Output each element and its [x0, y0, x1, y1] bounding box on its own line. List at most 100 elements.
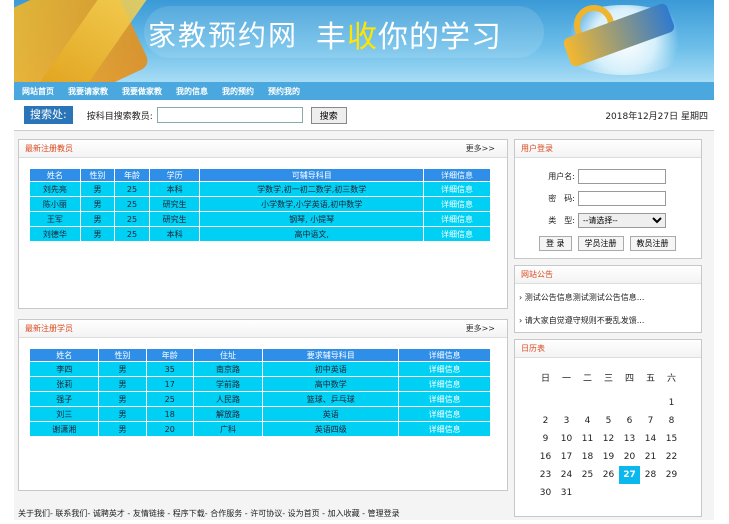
current-date: 2018年12月27日 星期四: [605, 111, 708, 122]
nav-become-tutor[interactable]: 我要做家教: [122, 86, 162, 97]
detail-link[interactable]: 详细信息: [422, 196, 492, 212]
weekday-label: 四: [624, 373, 634, 384]
table-cell: 25: [114, 226, 150, 242]
table-cell: 20: [145, 421, 194, 437]
table-cell: 刘先亮: [29, 181, 81, 197]
table-cell: 男: [79, 196, 116, 212]
table-cell: 25: [114, 181, 150, 197]
table-cell: 谢潇湘: [28, 421, 100, 437]
calendar-day[interactable]: 14: [640, 434, 661, 444]
calendar-day[interactable]: 10: [556, 434, 577, 444]
calendar-day[interactable]: 17: [556, 452, 577, 462]
table-cell: 刘德华: [29, 226, 81, 242]
teacher-register-button[interactable]: 教员注册: [629, 236, 676, 251]
calendar-day[interactable]: 13: [619, 434, 640, 444]
calendar-day[interactable]: 25: [577, 470, 598, 480]
calendar-title: 日历表: [521, 344, 545, 353]
table-cell: 英语四级: [262, 421, 400, 437]
students-table: 姓名 性别 年龄 住址 要求辅导科目 详细信息 李四男 35 南京路 初中英语 详细信息 张莉男 17…: [28, 348, 491, 437]
calendar-day[interactable]: 18: [577, 452, 598, 462]
table-cell: 男: [98, 406, 147, 422]
footer-links[interactable]: 关于我们- 联系我们- 诚聘英才 - 友情链接 - 程序下载- 合作服务 - 许…: [18, 508, 400, 519]
teachers-col-header: 学历: [148, 168, 201, 182]
detail-link[interactable]: 详细信息: [398, 406, 491, 422]
search-button[interactable]: 搜索: [310, 106, 347, 124]
login-button[interactable]: 登 录: [539, 236, 572, 251]
calendar-day[interactable]: 4: [577, 416, 598, 426]
table-cell: 男: [98, 376, 147, 392]
calendar-day[interactable]: 26: [598, 470, 619, 480]
nav-my-info[interactable]: 我的信息: [176, 86, 208, 97]
table-cell: 人民路: [192, 391, 264, 407]
username-input[interactable]: [578, 168, 666, 184]
table-cell: 17: [145, 376, 194, 392]
table-cell: 篮球、乒乓球: [262, 391, 400, 407]
main-nav: 网站首页 我要请家教 我要做家教 我的信息 我的预约 预约我的: [14, 82, 714, 100]
password-input[interactable]: [578, 190, 666, 206]
weekday-label: 一: [561, 373, 571, 384]
calendar-day[interactable]: 30: [535, 488, 556, 498]
students-panel: 最新注册学员 更多>> 姓名 性别 年龄 住址 要求辅导科目 详细信息 李四男 35 南京路 初中…: [18, 319, 508, 491]
table-cell: 18: [145, 406, 194, 422]
detail-link[interactable]: 详细信息: [398, 361, 491, 377]
calendar-day[interactable]: 2: [535, 416, 556, 426]
notice-item[interactable]: › 请大家自觉遵守规则不要乱发馈...: [519, 315, 701, 326]
detail-link[interactable]: 详细信息: [422, 211, 492, 227]
table-row: 强子男 25 人民路 篮球、乒乓球 详细信息: [28, 391, 491, 407]
calendar-day[interactable]: 16: [535, 452, 556, 462]
student-register-button[interactable]: 学员注册: [577, 236, 624, 251]
detail-link[interactable]: 详细信息: [422, 181, 492, 197]
table-row: 王军男 25 研究生 钢琴, 小提琴 详细信息: [29, 211, 492, 227]
calendar-day[interactable]: 29: [661, 470, 682, 480]
password-label: 密 码:: [548, 193, 575, 203]
detail-link[interactable]: 详细信息: [398, 391, 491, 407]
nav-booked-me[interactable]: 预约我的: [268, 86, 300, 97]
students-col-header: 性别: [98, 348, 147, 362]
calendar-day[interactable]: 8: [661, 416, 682, 426]
notice-panel: 网站公告 › 测试公告信息测试测试公告信息... › 请大家自觉遵守规则不要乱发…: [514, 265, 702, 333]
calendar-day[interactable]: 1: [661, 398, 682, 408]
notice-item[interactable]: › 测试公告信息测试测试公告信息...: [519, 292, 701, 303]
nav-my-bookings[interactable]: 我的预约: [222, 86, 254, 97]
teachers-more-link[interactable]: 更多>>: [466, 143, 495, 154]
calendar-day[interactable]: 23: [535, 470, 556, 480]
detail-link[interactable]: 详细信息: [398, 376, 491, 392]
user-type-select[interactable]: --请选择--: [578, 212, 666, 228]
site-slogan: 丰收你的学习: [316, 20, 502, 55]
search-input[interactable]: [156, 107, 303, 123]
calendar-day[interactable]: 3: [556, 416, 577, 426]
calendar-day[interactable]: 21: [640, 452, 661, 462]
table-cell: 陈小丽: [29, 196, 81, 212]
nav-hire-tutor[interactable]: 我要请家教: [68, 86, 108, 97]
calendar-day[interactable]: 6: [619, 416, 640, 426]
calendar-day[interactable]: 19: [598, 452, 619, 462]
calendar-day[interactable]: 7: [640, 416, 661, 426]
table-cell: 高中语文,: [199, 226, 424, 242]
students-more-link[interactable]: 更多>>: [466, 323, 495, 334]
table-cell: 强子: [28, 391, 100, 407]
calendar-day[interactable]: 28: [640, 470, 661, 480]
detail-link[interactable]: 详细信息: [422, 226, 492, 242]
calendar-day[interactable]: 20: [619, 452, 640, 462]
table-row: 刘德华男 25 本科 高中语文, 详细信息: [29, 226, 492, 242]
calendar-day[interactable]: 11: [577, 434, 598, 444]
calendar-day[interactable]: 9: [535, 434, 556, 444]
table-cell: 王军: [29, 211, 81, 227]
site-title: 家教预约网: [148, 19, 299, 52]
teachers-col-header: 性别: [79, 168, 116, 182]
search-bar: 搜索处: 按科目搜索教员: 搜索 2018年12月27日 星期四: [14, 104, 714, 126]
table-cell: 解放路: [192, 406, 264, 422]
calendar-day[interactable]: 15: [661, 434, 682, 444]
students-title: 最新注册学员: [25, 324, 73, 333]
calendar-day[interactable]: 24: [556, 470, 577, 480]
nav-home[interactable]: 网站首页: [22, 86, 54, 97]
calendar-day[interactable]: 12: [598, 434, 619, 444]
calendar-day[interactable]: 22: [661, 452, 682, 462]
search-label: 搜索处:: [24, 106, 73, 124]
calendar-day[interactable]: 5: [598, 416, 619, 426]
detail-link[interactable]: 详细信息: [398, 421, 491, 437]
calendar-day[interactable]: 31: [556, 488, 577, 498]
calendar-day[interactable]: 27: [619, 466, 640, 484]
table-cell: 广科: [192, 421, 264, 437]
table-cell: 李四: [28, 361, 100, 377]
